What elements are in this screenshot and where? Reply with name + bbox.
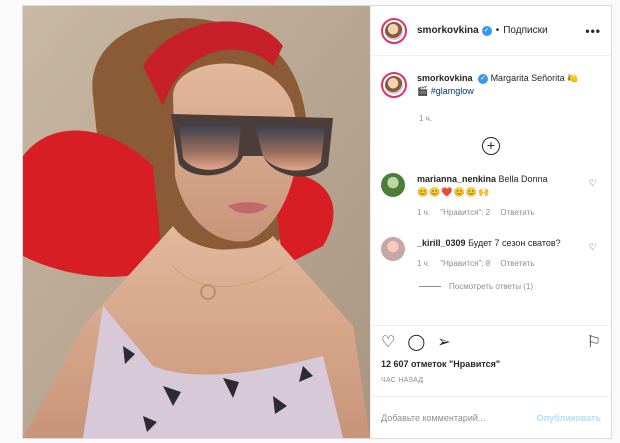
- comment-time: 1 ч.: [417, 208, 431, 217]
- commenter-avatar[interactable]: [381, 173, 405, 197]
- caption-username[interactable]: smorkovkina: [417, 73, 473, 83]
- comment-likes[interactable]: "Нравится": 2: [440, 208, 490, 217]
- comment-item: _kirill_0309 Будет 7 сезон сватов? 1 ч. …: [381, 237, 601, 270]
- add-comment-input[interactable]: Добавьте комментарий...: [381, 413, 485, 423]
- post-header: smorkovkina ✓ • Подписки •••: [371, 6, 611, 56]
- verified-badge-icon: ✓: [481, 25, 492, 36]
- reply-button[interactable]: Ответить: [500, 259, 534, 268]
- following-button[interactable]: Подписки: [503, 25, 547, 36]
- reply-button[interactable]: Ответить: [500, 208, 534, 217]
- comment-time: 1 ч.: [417, 259, 431, 268]
- view-replies-label[interactable]: Посмотреть ответы (1): [449, 280, 533, 293]
- more-options-icon[interactable]: •••: [585, 24, 601, 38]
- caption-body: Margarita Señorita: [490, 73, 565, 83]
- commenter-username[interactable]: _kirill_0309: [417, 238, 466, 248]
- replies-divider: [419, 286, 441, 287]
- commenter-avatar[interactable]: [381, 237, 405, 261]
- comment-meta: 1 ч. "Нравится": 8 Ответить: [417, 257, 577, 270]
- caption-text: smorkovkina ✓ Margarita Señorita 🍋 🎬 #gl…: [417, 72, 578, 98]
- like-heart-icon[interactable]: ♡: [381, 332, 395, 352]
- posted-ago: ЧАС НАЗАД: [381, 377, 424, 384]
- commenter-username[interactable]: marianna_nenkina: [417, 174, 496, 184]
- instagram-post-card: smorkovkina ✓ • Подписки ••• smorkovkina…: [22, 5, 612, 439]
- add-comment-bar: Добавьте комментарий... Опубликовать: [371, 396, 611, 438]
- share-paper-plane-icon[interactable]: ➢: [437, 332, 450, 352]
- caption: smorkovkina ✓ Margarita Señorita 🍋 🎬 #gl…: [381, 72, 601, 98]
- post-photo[interactable]: [23, 6, 370, 438]
- comment-text: Bella Donna: [498, 174, 548, 184]
- page-background: smorkovkina ✓ • Подписки ••• smorkovkina…: [0, 0, 620, 443]
- author-username[interactable]: smorkovkina: [417, 25, 479, 36]
- bookmark-icon[interactable]: ⚐: [587, 332, 601, 352]
- comment-emojis: 😊😊❤️😊😊🙌: [417, 187, 491, 197]
- verified-badge-icon: ✓: [478, 73, 489, 84]
- caption-avatar[interactable]: [381, 72, 407, 98]
- comments-section: smorkovkina ✓ Margarita Señorita 🍋 🎬 #gl…: [371, 56, 611, 325]
- view-replies-link[interactable]: Посмотреть ответы (1): [419, 280, 601, 293]
- likes-count[interactable]: 12 607 отметок "Нравится": [371, 357, 611, 371]
- load-more-comments-icon[interactable]: +: [482, 137, 500, 155]
- lemon-emoji: 🍋: [567, 73, 579, 83]
- separator-dot: •: [495, 25, 500, 36]
- comment-bubble-icon[interactable]: ◯: [407, 332, 425, 352]
- post-actions: ♡ ◯ ➢ ⚐: [371, 325, 611, 357]
- comment-item: marianna_nenkina Bella Donna 😊😊❤️😊😊🙌 1 ч…: [381, 173, 601, 219]
- hashtag-link[interactable]: #glamglow: [431, 86, 474, 96]
- comment-like-heart-icon[interactable]: ♡: [589, 177, 597, 190]
- clapper-emoji: 🎬: [417, 86, 429, 96]
- post-sidebar: smorkovkina ✓ • Подписки ••• smorkovkina…: [370, 6, 611, 438]
- author-avatar[interactable]: [381, 17, 407, 44]
- comment-text: Будет 7 сезон сватов?: [468, 238, 561, 248]
- publish-button[interactable]: Опубликовать: [537, 413, 601, 423]
- comment-meta: 1 ч. "Нравится": 2 Ответить: [417, 206, 577, 219]
- comment-like-heart-icon[interactable]: ♡: [589, 241, 597, 254]
- caption-time: 1 ч.: [419, 114, 433, 123]
- comment-likes[interactable]: "Нравится": 8: [440, 259, 490, 268]
